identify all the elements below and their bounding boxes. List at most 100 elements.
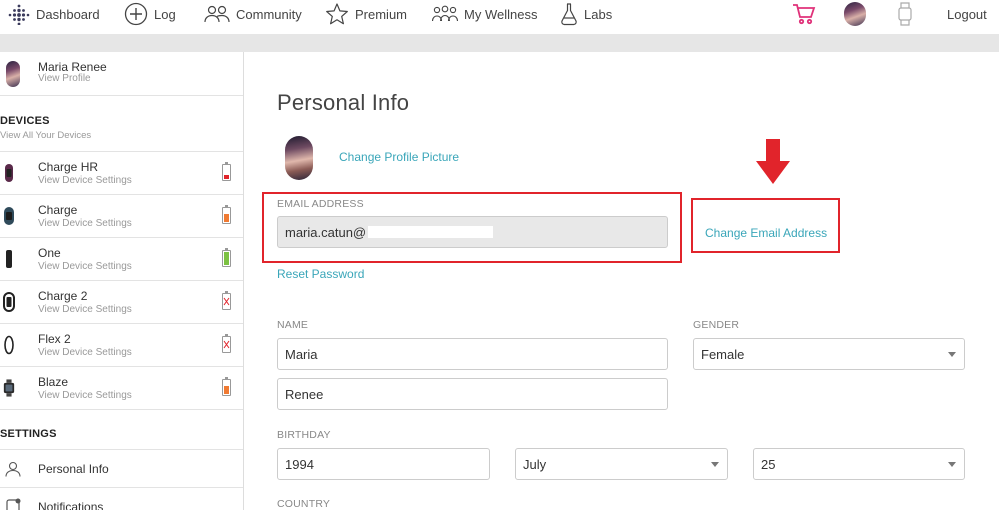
reset-password-link[interactable]: Reset Password [277,267,364,281]
fitbit-logo-icon [8,3,30,25]
device-item-charge-hr[interactable]: Charge HR View Device Settings [0,152,243,195]
device-item-charge[interactable]: Charge View Device Settings [0,195,243,238]
nav-dashboard[interactable]: Dashboard [8,0,100,28]
settings-heading: SETTINGS [0,428,57,440]
device-name: Blaze [38,375,69,389]
watch-icon [896,2,914,26]
profile-picture[interactable] [285,136,313,180]
nav-dashboard-label: Dashboard [36,6,100,22]
page-title: Personal Info [277,90,410,115]
sidebar-item-notifications[interactable]: Notifications [0,488,243,510]
logout-label: Logout [947,6,987,22]
view-profile-link[interactable]: View Profile [38,73,91,84]
last-name-value: Renee [285,386,324,402]
birth-day-select[interactable]: 25 [753,448,965,480]
battery-unknown-icon [222,334,231,353]
email-highlight-box [262,192,682,263]
nav-log-label: Log [154,6,176,22]
first-name-field[interactable]: Maria [277,338,668,370]
birthday-label: BIRTHDAY [277,429,331,441]
nav-premium[interactable]: Premium [325,0,407,28]
birth-month-select[interactable]: July [515,448,728,480]
battery-low-icon [222,162,231,181]
nav-community[interactable]: Community [204,0,302,28]
device-settings-link[interactable]: View Device Settings [38,175,132,186]
clip-tracker-icon [3,249,15,269]
birth-month-value: July [523,456,547,472]
tracker-band-icon [3,206,15,226]
flask-icon [560,2,578,26]
avatar [6,61,20,87]
device-name: Charge 2 [38,289,88,303]
battery-medium-icon [222,377,231,396]
device-settings-link[interactable]: View Device Settings [38,347,132,358]
nav-wellness-label: My Wellness [464,6,538,22]
cart-icon [792,3,816,25]
change-profile-picture-link[interactable]: Change Profile Picture [339,150,459,164]
sidebar-profile[interactable]: Maria Renee View Profile [0,52,243,96]
tracker-band-icon [3,163,15,183]
main-content: Personal Info Change Profile Picture EMA… [245,52,999,510]
chevron-down-icon [711,462,719,467]
gender-value: Female [701,346,745,362]
gender-label: GENDER [693,319,740,331]
name-label: NAME [277,319,309,331]
cart-button[interactable] [792,0,822,28]
device-name: Charge [38,203,78,217]
last-name-field[interactable]: Renee [277,378,668,410]
notification-icon [5,498,21,510]
device-name: Charge HR [38,160,99,174]
device-item-blaze[interactable]: Blaze View Device Settings [0,367,243,410]
country-label: COUNTRY [277,498,331,510]
device-settings-link[interactable]: View Device Settings [38,304,132,315]
device-name: Flex 2 [38,332,71,346]
user-avatar-button[interactable] [844,0,866,28]
devices-header: DEVICES View All Your Devices [0,96,243,152]
header-divider-bar [0,34,999,52]
battery-unknown-icon [222,291,231,310]
settings-header: SETTINGS [0,410,243,450]
battery-medium-icon [222,205,231,224]
devices-heading: DEVICES [0,115,50,127]
arrow-down-icon [756,139,790,189]
device-item-charge-2[interactable]: Charge 2 View Device Settings [0,281,243,324]
tracker-band-icon [3,335,15,355]
user-icon [5,461,21,482]
community-icon [204,5,230,23]
avatar [844,2,866,26]
first-name-value: Maria [285,346,318,362]
smartwatch-icon [3,378,15,398]
star-icon [325,2,349,26]
birth-year-field[interactable]: 1994 [277,448,490,480]
device-settings-link[interactable]: View Device Settings [38,261,132,272]
device-name: One [38,246,61,260]
birth-year-value: 1994 [285,456,314,472]
birth-day-value: 25 [761,456,776,472]
sidebar: Maria Renee View Profile DEVICES View Al… [0,52,244,510]
device-item-flex-2[interactable]: Flex 2 View Device Settings [0,324,243,367]
change-email-highlight-box [691,198,840,253]
device-watch-button[interactable] [896,0,920,28]
gender-select[interactable]: Female [693,338,965,370]
device-settings-link[interactable]: View Device Settings [38,390,132,401]
nav-wellness[interactable]: My Wellness [432,0,537,28]
top-nav: Dashboard Log Community Premium My Welln… [0,0,999,34]
logout-link[interactable]: Logout [947,0,987,28]
plus-circle-icon [124,2,148,26]
chevron-down-icon [948,352,956,357]
wellness-group-icon [432,5,458,23]
sidebar-item-label: Notifications [38,500,104,510]
nav-labs[interactable]: Labs [560,0,612,28]
nav-premium-label: Premium [355,6,408,22]
tracker-band-icon [3,292,15,312]
device-settings-link[interactable]: View Device Settings [38,218,132,229]
chevron-down-icon [948,462,956,467]
view-all-devices-link[interactable]: View All Your Devices [0,130,91,141]
nav-community-label: Community [236,6,302,22]
sidebar-item-label: Personal Info [38,462,109,476]
user-name: Maria Renee [38,60,107,74]
device-item-one[interactable]: One View Device Settings [0,238,243,281]
sidebar-item-personal-info[interactable]: Personal Info [0,450,243,488]
nav-labs-label: Labs [584,6,613,22]
nav-log[interactable]: Log [124,0,176,28]
